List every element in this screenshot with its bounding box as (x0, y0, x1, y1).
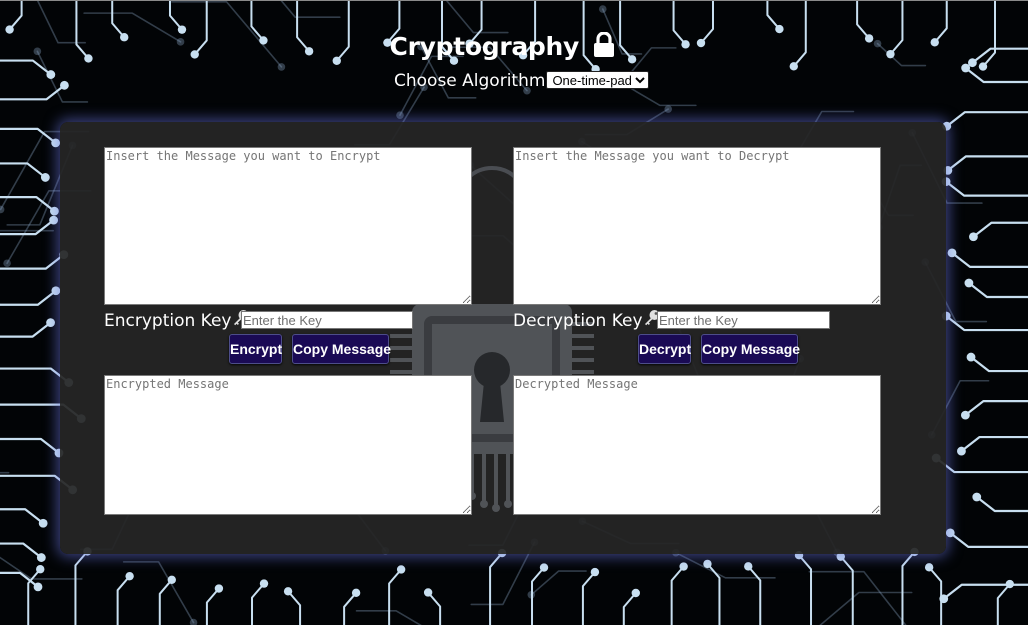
algorithm-select[interactable]: One-time-pad (546, 71, 650, 89)
algorithm-label: Choose Algorithm (394, 71, 546, 91)
copy-encrypted-message-button[interactable]: Copy Message (292, 334, 391, 364)
lock-icon (593, 31, 615, 67)
decryption-key-label: Decryption Key (513, 309, 661, 332)
page-title: Cryptography (0, 30, 1005, 67)
encrypted-message-output[interactable] (104, 375, 472, 515)
encryption-key-label-text: Encryption Key (104, 311, 232, 331)
top-border (0, 0, 1028, 1)
decryption-key-label-text: Decryption Key (513, 311, 643, 331)
encrypt-button[interactable]: Encrypt (229, 334, 282, 364)
algorithm-row: Choose Algorithm One-time-pad (394, 70, 650, 92)
encryption-key-label: Encryption Key (104, 309, 250, 332)
decrypt-message-input[interactable] (513, 147, 881, 305)
page: Cryptography Choose Algorithm One-time-pa… (0, 0, 1028, 625)
decryption-key-input[interactable] (657, 311, 830, 329)
page-title-text: Cryptography (389, 32, 580, 61)
copy-decrypted-message-button[interactable]: Copy Message (701, 334, 800, 364)
decrypted-message-output[interactable] (513, 375, 881, 515)
encrypt-message-input[interactable] (104, 147, 472, 305)
encryption-key-input[interactable] (241, 311, 413, 329)
decrypt-button[interactable]: Decrypt (638, 334, 691, 364)
